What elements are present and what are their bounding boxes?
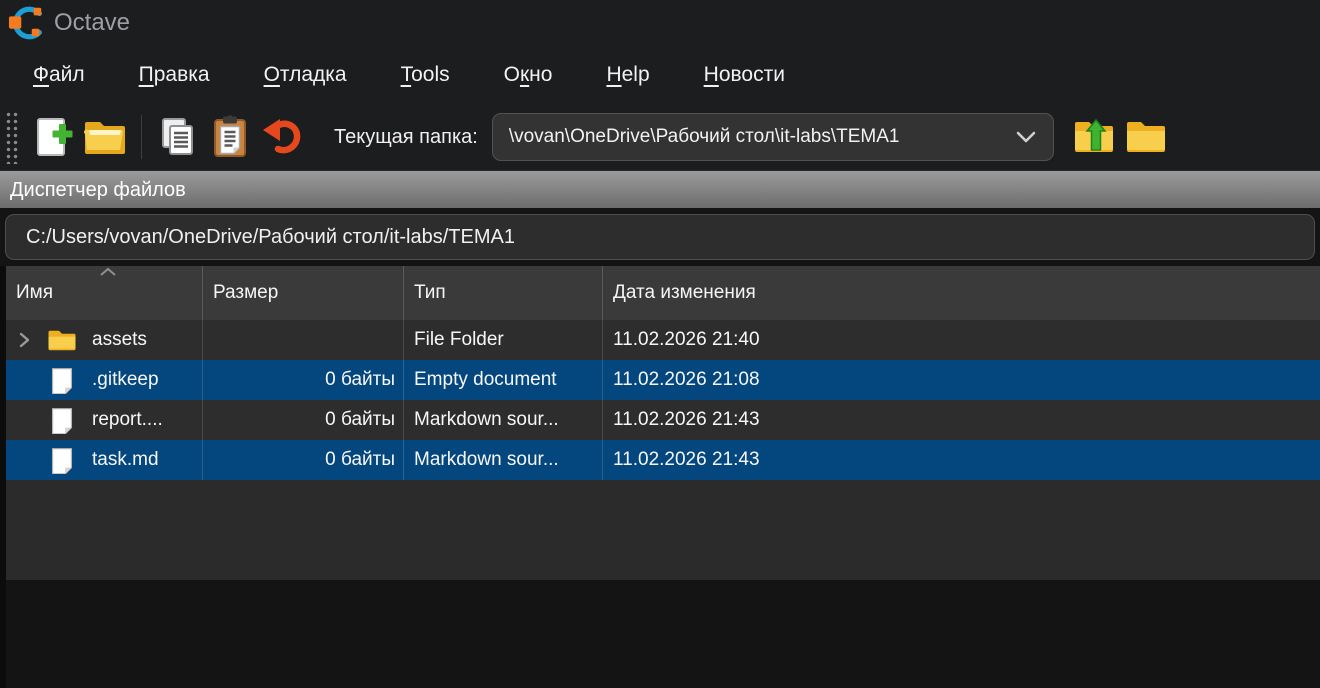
open-file-button[interactable] (79, 110, 131, 164)
new-script-button[interactable] (27, 110, 79, 164)
menu-tools[interactable]: Tools (374, 55, 477, 95)
file-icon (46, 407, 78, 434)
column-header-type[interactable]: Тип (404, 266, 603, 320)
folder-up-button[interactable] (1068, 110, 1120, 164)
toolbar-separator (141, 115, 142, 159)
menu-news[interactable]: Новости (677, 55, 812, 95)
table-row[interactable]: task.md 0 байты Markdown sour... 11.02.2… (6, 440, 1320, 480)
chevron-down-icon (1015, 130, 1037, 144)
file-size: 0 байты (203, 400, 404, 440)
expand-chevron-icon (18, 331, 31, 349)
file-name: assets (92, 329, 147, 351)
table-row[interactable]: assets File Folder 11.02.2026 21:40 (6, 320, 1320, 360)
file-manager-panel-title[interactable]: Диспетчер файлов (0, 170, 1320, 208)
file-browser-panel: Имя Размер Тип Дата изменения as (0, 208, 1320, 688)
file-size: 0 байты (203, 440, 404, 480)
copy-icon (157, 116, 199, 158)
path-row (0, 208, 1320, 266)
file-modified: 11.02.2026 21:40 (603, 320, 1320, 360)
open-folder-icon (83, 118, 127, 156)
menu-file[interactable]: Файл (6, 55, 112, 95)
copy-button[interactable] (152, 110, 204, 164)
file-modified: 11.02.2026 21:08 (603, 360, 1320, 400)
current-folder-label: Текущая папка: (334, 126, 478, 149)
file-type: File Folder (404, 320, 603, 360)
folder-icon (46, 328, 78, 353)
column-header-size[interactable]: Размер (203, 266, 404, 320)
app-header: Octave (0, 0, 1320, 46)
table-left-strip (0, 266, 6, 688)
menu-window[interactable]: Окно (477, 55, 580, 95)
file-table: Имя Размер Тип Дата изменения as (0, 266, 1320, 580)
table-header: Имя Размер Тип Дата изменения (6, 266, 1320, 320)
file-size: 0 байты (203, 360, 404, 400)
menu-help[interactable]: Help (579, 55, 676, 95)
menu-debug[interactable]: Отладка (237, 55, 374, 95)
file-size (203, 320, 404, 360)
sort-ascending-icon (98, 267, 118, 277)
file-icon (46, 447, 78, 474)
new-document-icon (33, 115, 73, 159)
undo-button[interactable] (256, 110, 308, 164)
file-type: Empty document (404, 360, 603, 400)
menu-bar: Файл Правка Отладка Tools Окно Help Ново… (0, 46, 1320, 104)
octave-logo-icon (8, 4, 46, 42)
paste-button[interactable] (204, 110, 256, 164)
file-type: Markdown sour... (404, 400, 603, 440)
table-row[interactable]: report.... 0 байты Markdown sour... 11.0… (6, 400, 1320, 440)
app-title: Octave (54, 9, 130, 37)
menu-edit[interactable]: Правка (112, 55, 237, 95)
file-modified: 11.02.2026 21:43 (603, 440, 1320, 480)
undo-icon (261, 117, 303, 157)
file-modified: 11.02.2026 21:43 (603, 400, 1320, 440)
file-name: .gitkeep (92, 369, 159, 391)
file-name: report.... (92, 409, 163, 431)
file-icon (46, 367, 78, 394)
path-input[interactable] (5, 214, 1315, 260)
paste-icon (209, 115, 251, 159)
current-folder-combobox[interactable]: \vovan\OneDrive\Рабочий стол\it-labs\TEM… (492, 113, 1054, 161)
browse-directories-button[interactable] (1120, 110, 1172, 164)
toolbar-drag-handle[interactable] (4, 110, 19, 164)
column-header-modified[interactable]: Дата изменения (603, 266, 1320, 320)
main-toolbar: Текущая папка: \vovan\OneDrive\Рабочий с… (0, 104, 1320, 170)
folder-icon (1124, 118, 1168, 156)
table-empty-area (6, 480, 1320, 580)
file-type: Markdown sour... (404, 440, 603, 480)
table-row[interactable]: .gitkeep 0 байты Empty document 11.02.20… (6, 360, 1320, 400)
current-folder-value: \vovan\OneDrive\Рабочий стол\it-labs\TEM… (509, 126, 900, 148)
folder-up-icon (1072, 118, 1116, 156)
file-name: task.md (92, 449, 159, 471)
